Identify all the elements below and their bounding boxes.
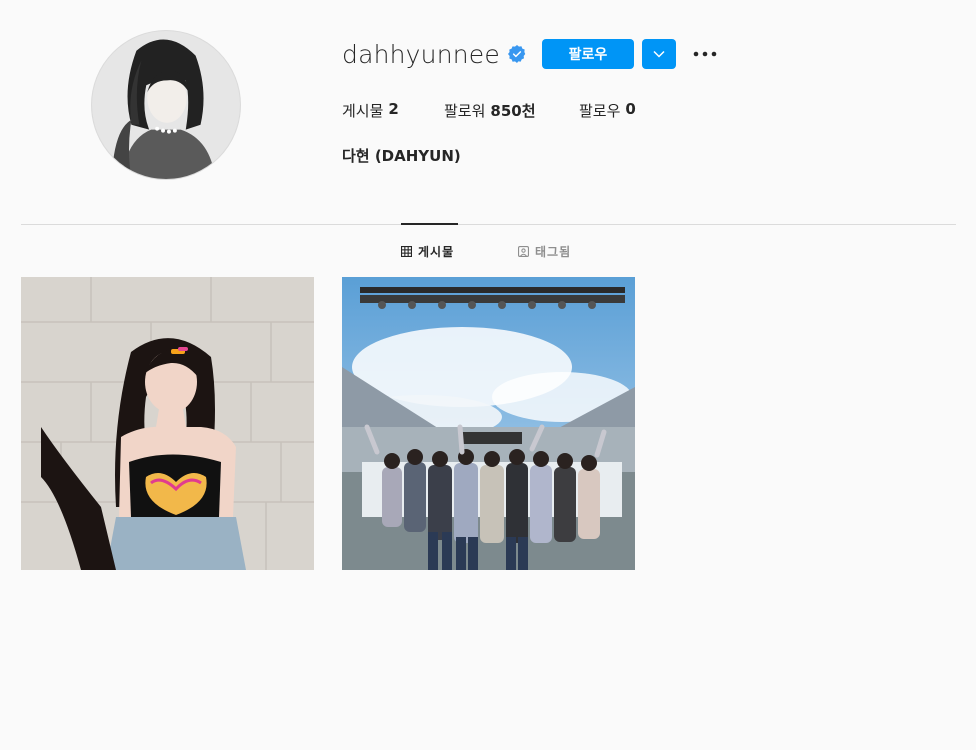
more-dots-icon [693,51,717,57]
suggested-dropdown-button[interactable] [642,39,676,69]
stat-posts: 게시물 2 [342,100,444,121]
stat-posts-label: 게시물 [342,102,384,120]
post-thumbnail[interactable] [342,277,635,570]
tab-tagged-label: 태그됨 [535,244,572,259]
follow-button[interactable]: 팔로우 [542,39,634,69]
verified-badge-icon [507,45,526,63]
profile-avatar[interactable] [91,30,241,180]
profile-stats: 게시물 2 팔로워 850천 팔로우 0 [342,100,636,121]
tabs-divider [21,224,956,225]
tag-user-icon [518,245,529,257]
stat-following-label: 팔로우 [579,102,621,120]
post-photo-icon [21,277,314,570]
profile-photo-icon [92,31,240,179]
chevron-down-icon [653,50,665,58]
stat-following[interactable]: 팔로우 0 [579,100,636,121]
stat-followers[interactable]: 팔로워 850천 [444,100,579,121]
stat-following-count: 0 [625,100,636,118]
username: dahhyunnee [342,39,500,69]
tab-posts-label: 게시물 [418,244,455,259]
username-row: dahhyunnee [342,38,526,70]
post-photo-icon [342,277,635,570]
profile-full-name: 다현 (DAHYUN) [342,147,461,165]
stat-posts-count: 2 [388,100,399,118]
post-thumbnail[interactable] [21,277,314,570]
more-options-button[interactable] [692,44,718,64]
active-tab-indicator [401,223,458,225]
tab-posts[interactable]: 게시물 [401,243,454,259]
stat-followers-label: 팔로워 [444,102,486,120]
grid-icon [401,245,412,257]
stat-followers-count: 850천 [490,102,536,120]
tab-tagged[interactable]: 태그됨 [518,243,571,259]
